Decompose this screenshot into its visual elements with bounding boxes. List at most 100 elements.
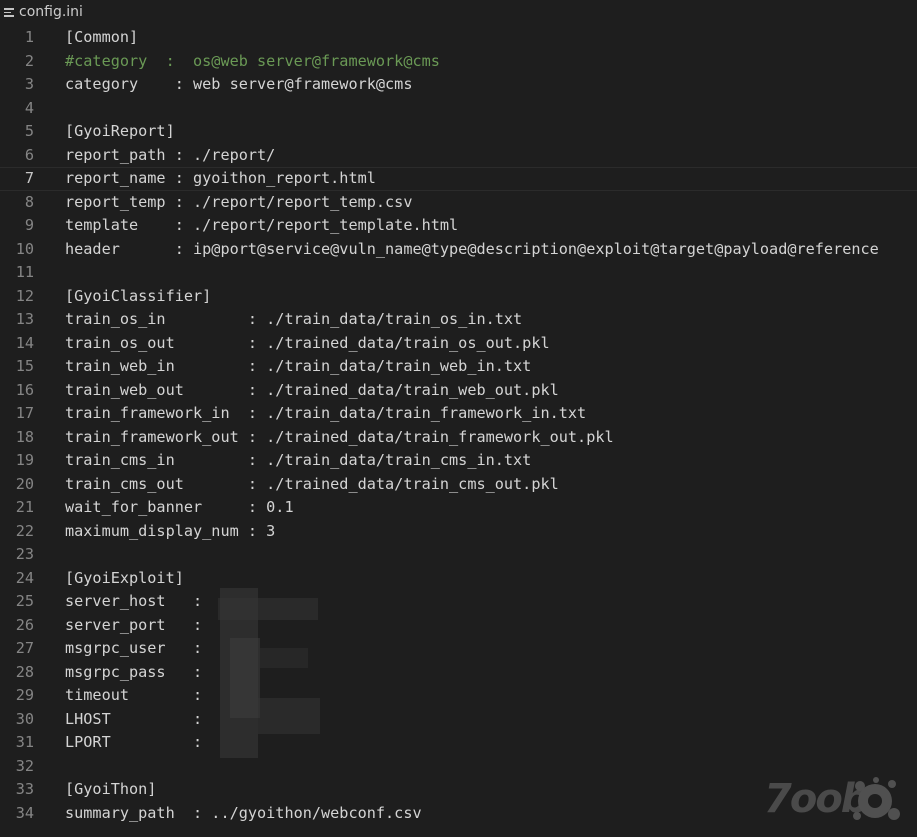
- code-text: [GyoiReport]: [65, 122, 175, 140]
- code-line[interactable]: 29 timeout :: [0, 684, 917, 708]
- code-text: msgrpc_user :: [65, 639, 203, 657]
- editor: config.ini 1 [Common] 2 #category : os@web …: [0, 0, 917, 837]
- code-text: train_os_out : ./trained_data/train_os_o…: [65, 333, 550, 352]
- line-number: 8: [24, 192, 34, 211]
- line-number: 14: [15, 333, 34, 352]
- code-line[interactable]: 1 [Common]: [0, 26, 917, 50]
- tab-bar: config.ini: [0, 0, 917, 24]
- line-number: 9: [24, 216, 34, 234]
- code-line[interactable]: 14 train_os_out : ./trained_data/train_os…: [0, 332, 917, 356]
- line-number: 4: [24, 98, 34, 117]
- code-line[interactable]: 23: [0, 543, 917, 567]
- code-line[interactable]: 21 wait_for_banner : 0.1: [0, 496, 917, 520]
- code-line[interactable]: 2 #category : os@web server@framework@cms: [0, 50, 917, 74]
- code-text: report_path : ./report/: [65, 145, 276, 164]
- code-line[interactable]: 28 msgrpc_pass :: [0, 661, 917, 685]
- code-text: train_web_in : ./train_data/train_web_in…: [65, 357, 532, 375]
- line-number: 13: [15, 310, 34, 328]
- code-line[interactable]: 12 [GyoiClassifier]: [0, 285, 917, 309]
- splat-icon: [853, 777, 900, 820]
- line-number: 30: [15, 709, 34, 728]
- watermark-logo: 7oob: [760, 770, 910, 830]
- code-line[interactable]: 18 train_framework_out : ./trained_data/t…: [0, 426, 917, 450]
- code-text: [GyoiThon]: [65, 780, 157, 798]
- line-number: 6: [24, 145, 34, 164]
- code-line[interactable]: 20 train_cms_out : ./trained_data/train_c…: [0, 473, 917, 497]
- code-text: server_host :: [65, 592, 203, 610]
- code-text: train_cms_in : ./train_data/train_cms_in…: [65, 451, 532, 469]
- code-line[interactable]: 26 server_port :: [0, 614, 917, 638]
- redacted-values: [218, 588, 322, 758]
- code-line[interactable]: 4: [0, 97, 917, 121]
- code-text: LHOST :: [65, 709, 203, 728]
- line-number: 17: [15, 404, 34, 422]
- line-number: 25: [15, 592, 34, 610]
- line-number: 11: [15, 263, 34, 281]
- line-number: 15: [15, 357, 34, 375]
- code-line[interactable]: 25 server_host :: [0, 590, 917, 614]
- code-line[interactable]: 16 train_web_out : ./trained_data/train_w…: [0, 379, 917, 403]
- code-text: [GyoiExploit]: [65, 568, 184, 587]
- code-text: train_cms_out : ./trained_data/train_cms…: [65, 474, 559, 493]
- comment-text: #category : os@web server@framework@cms: [65, 51, 440, 70]
- code-line[interactable]: 11: [0, 261, 917, 285]
- line-number: 20: [15, 474, 34, 493]
- code-text: summary_path : ../gyoithon/webconf.csv: [65, 803, 422, 822]
- code-line[interactable]: 6 report_path : ./report/: [0, 144, 917, 168]
- line-number: 28: [15, 662, 34, 681]
- line-number: 10: [15, 239, 34, 258]
- line-number: 18: [15, 427, 34, 446]
- code-line[interactable]: 24 [GyoiExploit]: [0, 567, 917, 591]
- code-text: train_web_out : ./trained_data/train_web…: [65, 380, 559, 399]
- line-number: 24: [15, 568, 34, 587]
- code-text: template : ./report/report_template.html: [65, 216, 459, 234]
- code-text: report_temp : ./report/report_temp.csv: [65, 192, 413, 211]
- code-line[interactable]: 7 report_name : gyoithon_report.html: [0, 167, 917, 191]
- code-line[interactable]: 31 LPORT :: [0, 731, 917, 755]
- line-number: 19: [15, 451, 34, 469]
- code-text: msgrpc_pass :: [65, 662, 203, 681]
- code-line[interactable]: 9 template : ./report/report_template.htm…: [0, 214, 917, 238]
- code-line[interactable]: 17 train_framework_in : ./train_data/trai…: [0, 402, 917, 426]
- code-text: LPORT :: [65, 733, 203, 751]
- line-number: 34: [15, 803, 34, 822]
- line-number: 27: [15, 639, 34, 657]
- code-line[interactable]: 19 train_cms_in : ./train_data/train_cms_…: [0, 449, 917, 473]
- code-line[interactable]: 3 category : web server@framework@cms: [0, 73, 917, 97]
- line-number: 31: [15, 733, 34, 751]
- line-number: 22: [15, 521, 34, 540]
- file-tab-label: config.ini: [19, 4, 83, 20]
- code-line[interactable]: 8 report_temp : ./report/report_temp.csv: [0, 191, 917, 215]
- line-number: 21: [15, 498, 34, 516]
- file-tab[interactable]: config.ini: [4, 2, 83, 22]
- line-number: 2: [24, 51, 34, 70]
- code-line[interactable]: 15 train_web_in : ./train_data/train_web_…: [0, 355, 917, 379]
- code-text: train_os_in : ./train_data/train_os_in.t…: [65, 310, 523, 328]
- code-text: server_port :: [65, 615, 203, 634]
- code-text: category : web server@framework@cms: [65, 75, 413, 93]
- code-line[interactable]: 22 maximum_display_num : 3: [0, 520, 917, 544]
- line-number: 33: [15, 780, 34, 798]
- code-line[interactable]: 13 train_os_in : ./train_data/train_os_in…: [0, 308, 917, 332]
- line-number: 3: [24, 75, 34, 93]
- code-line[interactable]: 10 header : ip@port@service@vuln_name@typ…: [0, 238, 917, 262]
- code-area[interactable]: 1 [Common] 2 #category : os@web server@fram…: [0, 26, 917, 825]
- code-text: [Common]: [65, 28, 139, 46]
- line-number: 29: [15, 686, 34, 704]
- line-number: 26: [15, 615, 34, 634]
- code-line[interactable]: 5 [GyoiReport]: [0, 120, 917, 144]
- line-number: 5: [24, 122, 34, 140]
- code-line[interactable]: 30 LHOST :: [0, 708, 917, 732]
- line-number: 7: [24, 169, 34, 187]
- code-text: train_framework_out : ./trained_data/tra…: [65, 427, 614, 446]
- code-text: train_framework_in : ./train_data/train_…: [65, 404, 587, 422]
- line-number: 12: [15, 286, 34, 305]
- lines-icon: [4, 7, 14, 17]
- code-line[interactable]: 27 msgrpc_user :: [0, 637, 917, 661]
- line-number: 16: [15, 380, 34, 399]
- line-number: 32: [15, 756, 34, 775]
- line-number: 1: [24, 28, 34, 46]
- code-text: maximum_display_num : 3: [65, 521, 276, 540]
- code-text: report_name : gyoithon_report.html: [65, 169, 376, 187]
- code-text: timeout :: [65, 686, 203, 704]
